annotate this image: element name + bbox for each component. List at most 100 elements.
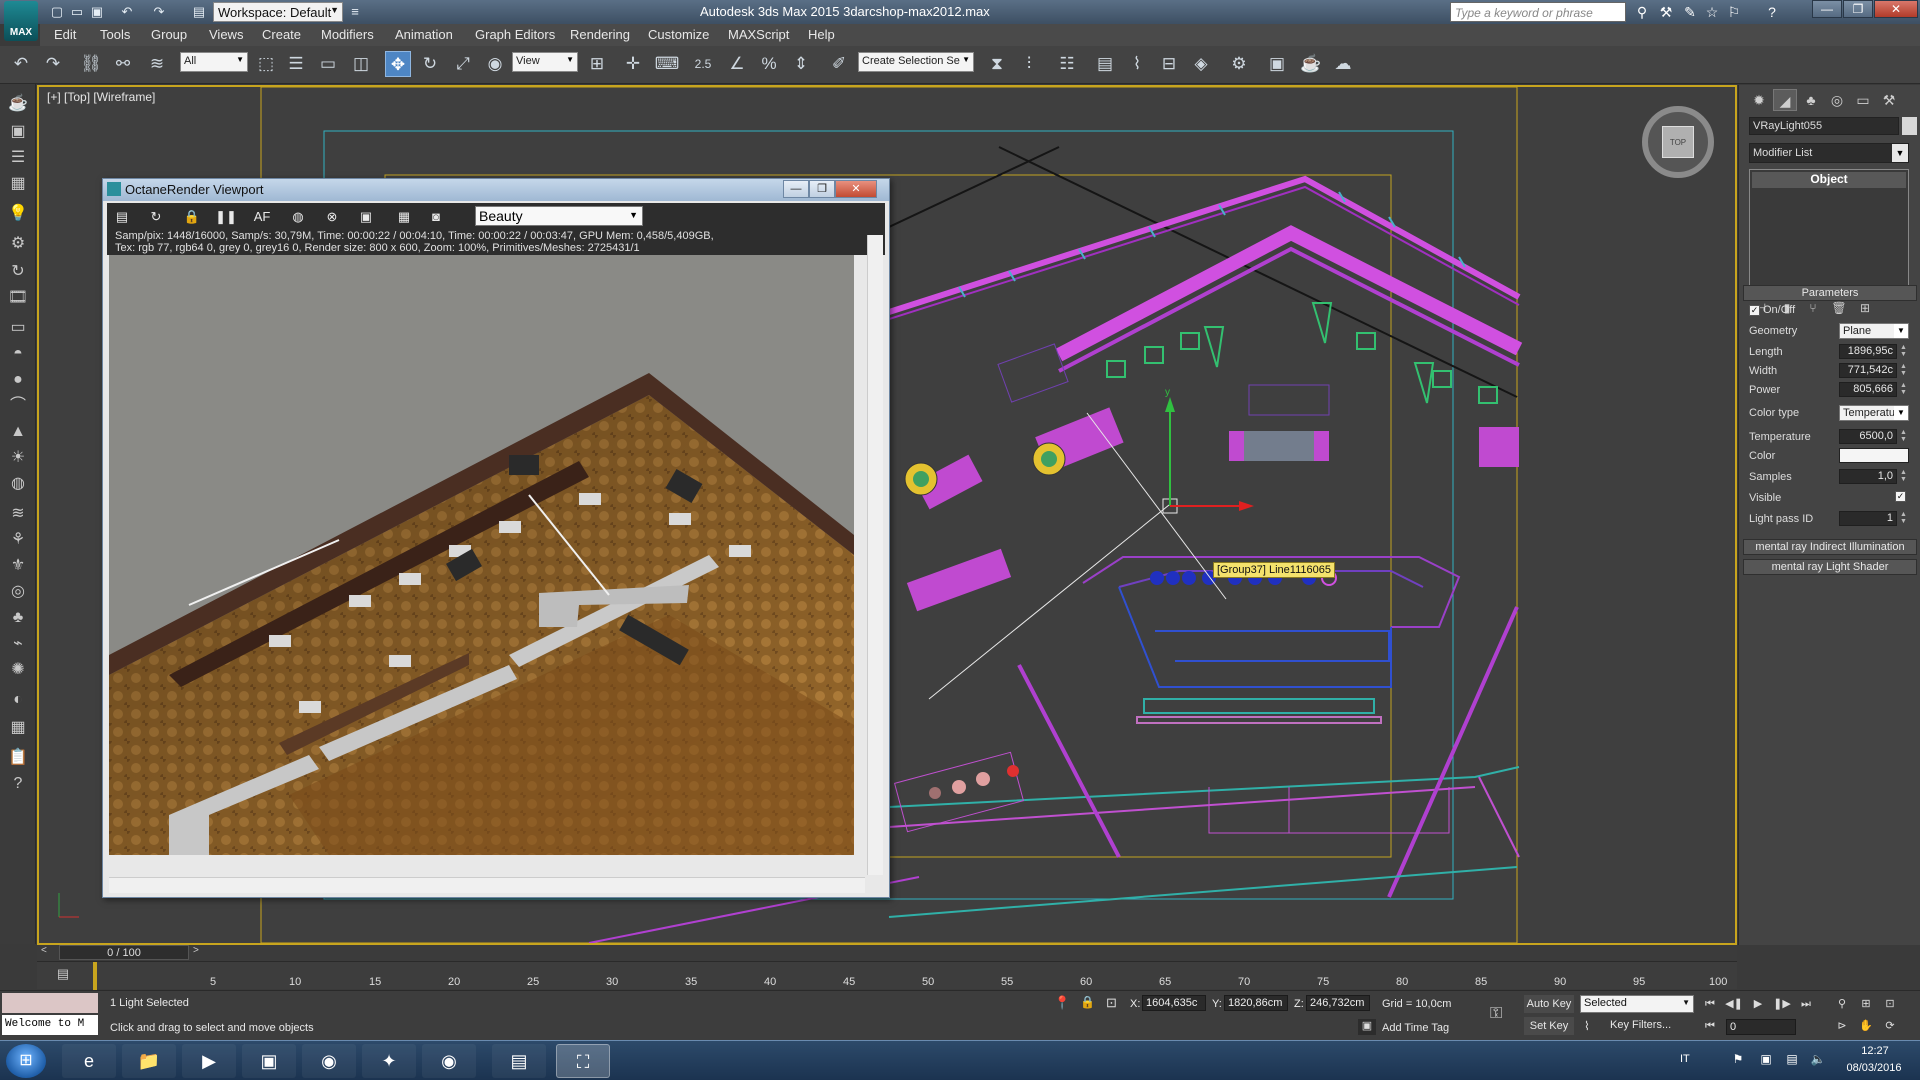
make-unique-icon[interactable]: ⑂ [1803, 301, 1823, 319]
octane-pause-icon[interactable]: ❚❚ [215, 207, 237, 227]
time-tag-icon[interactable]: ▣ [1358, 1019, 1376, 1035]
next-frame-icon[interactable]: ❚▶ [1772, 995, 1792, 1013]
auto-key-button[interactable]: Auto Key [1524, 995, 1574, 1013]
menu-edit[interactable]: Edit [54, 27, 76, 42]
minimize-button[interactable]: — [1812, 0, 1842, 18]
zoom-extents-icon[interactable]: ⊡ [1880, 995, 1900, 1013]
tray-network-icon[interactable]: ▤ [1784, 1052, 1800, 1068]
menu-modifiers[interactable]: Modifiers [321, 27, 374, 42]
color-type-dropdown[interactable]: Temperature ▼ [1839, 405, 1909, 421]
cone-icon[interactable]: ▲ [6, 420, 30, 444]
box-icon[interactable]: ▭ [6, 316, 30, 340]
viewcube-face[interactable]: TOP [1662, 126, 1694, 158]
temperature-spinner[interactable]: ▲ ▼ [1900, 429, 1908, 444]
add-time-tag[interactable]: Add Time Tag [1382, 1022, 1449, 1034]
light-icon[interactable]: 💡 [6, 202, 30, 226]
named-selection-dropdown[interactable]: Create Selection Se ▼ [858, 52, 974, 72]
hf-icon[interactable]: ⌁ [6, 632, 30, 656]
octane-close-button[interactable]: ✕ [835, 180, 877, 198]
schematic-view-icon[interactable]: ⊟ [1156, 51, 1182, 77]
octane-send-scene-icon[interactable]: ▤ [111, 207, 133, 227]
modifier-stack[interactable]: Object [1749, 169, 1909, 294]
internet-explorer-icon[interactable]: e [62, 1044, 116, 1078]
width-spinner[interactable]: ▲ ▼ [1900, 363, 1908, 378]
modify-tab-icon[interactable]: ◢ [1773, 89, 1797, 111]
subscription-icon[interactable]: ⚒ [1656, 2, 1676, 22]
window-app-icon[interactable]: ▤ [492, 1044, 546, 1078]
layer-explorer-icon[interactable]: ☷ [1054, 51, 1080, 77]
select-object-icon[interactable]: ⬚ [253, 51, 279, 77]
power-spinner[interactable]: ▲ ▼ [1900, 382, 1908, 397]
scene-explorer-icon[interactable]: ▤ [1092, 51, 1118, 77]
default-tangent-icon[interactable]: ⌇ [1584, 1019, 1590, 1033]
curve-editor-mini-icon[interactable]: ▤ [53, 966, 73, 984]
table-icon[interactable]: ▦ [6, 172, 30, 196]
viewport-label[interactable]: [+] [Top] [Wireframe] [47, 90, 155, 104]
favorites-star-icon[interactable]: ☆ [1702, 2, 1722, 22]
render-frame-icon[interactable]: ▣ [6, 120, 30, 144]
new-file-icon[interactable]: ▢ [48, 3, 66, 21]
octane-render-window[interactable]: OctaneRender Viewport — ❐ ✕ ▤ ↻ 🔒 ❚❚ AF … [102, 178, 890, 898]
proxy-icon[interactable]: ⚜ [6, 554, 30, 578]
light-pass-id-spinner[interactable]: ▲ ▼ [1900, 511, 1908, 526]
menu-views[interactable]: Views [209, 27, 243, 42]
y-coordinate-field[interactable]: 1820,86cm [1224, 995, 1288, 1011]
redo-icon[interactable]: ↷ [40, 51, 66, 77]
undo-icon[interactable]: ↶ [8, 51, 34, 77]
time-next-icon[interactable]: > [193, 945, 199, 956]
material-sphere-icon[interactable]: ◐ [6, 688, 30, 712]
octane-vertical-scrollbar[interactable] [867, 235, 883, 875]
snaps-toggle-icon[interactable]: 2.5 [690, 51, 716, 77]
media-center-icon[interactable]: ▣ [242, 1044, 296, 1078]
dome-light-icon[interactable]: ⌒ [6, 394, 30, 418]
utilities-tab-icon[interactable]: ⚒ [1877, 89, 1901, 111]
field-of-view-icon[interactable]: ⊳ [1832, 1017, 1852, 1035]
bind-spacewarp-icon[interactable]: ≋ [144, 51, 170, 77]
display-tab-icon[interactable]: ▭ [1851, 89, 1875, 111]
selection-filter-dropdown[interactable]: All ▼ [180, 52, 248, 72]
menu-help[interactable]: Help [808, 27, 835, 42]
keyboard-shortcut-icon[interactable]: ⌨ [654, 51, 680, 77]
configure-modifier-sets-icon[interactable]: ⊞ [1855, 301, 1875, 319]
teapot-icon[interactable]: ☕ [6, 92, 30, 116]
key-mode-dropdown[interactable]: Selected ▼ [1580, 995, 1694, 1013]
mr-indirect-illumination-rollout[interactable]: mental ray Indirect Illumination [1743, 539, 1917, 555]
close-button[interactable]: ✕ [1874, 0, 1918, 18]
octane-lock-icon[interactable]: 🔒 [181, 207, 203, 227]
go-to-end-icon[interactable]: ⏭ [1796, 995, 1816, 1013]
percent-snap-icon[interactable]: % [756, 51, 782, 77]
octane-af-icon[interactable]: AF [251, 207, 273, 227]
select-and-link-icon[interactable]: ⛓ [78, 51, 104, 77]
fur-icon[interactable]: ⚘ [6, 528, 30, 552]
render-iterative-icon[interactable]: ☁ [1330, 51, 1356, 77]
media-player-icon[interactable]: ▶ [182, 1044, 236, 1078]
go-to-start-icon[interactable]: ⏮ [1700, 995, 1720, 1013]
list-icon[interactable]: ☰ [6, 146, 30, 170]
mr-light-shader-rollout[interactable]: mental ray Light Shader [1743, 559, 1917, 575]
chrome-icon[interactable]: ◉ [302, 1044, 356, 1078]
clock-date[interactable]: 08/03/2016 [1834, 1062, 1914, 1074]
octane-region-icon[interactable]: ⊗ [321, 207, 343, 227]
octane-maximize-button[interactable]: ❐ [809, 180, 835, 198]
pan-view-icon[interactable]: ✋ [1856, 1017, 1876, 1035]
modifier-list-dropdown[interactable]: Modifier List ▼ [1749, 143, 1909, 163]
x-coordinate-field[interactable]: 1604,635c [1142, 995, 1206, 1011]
align-icon[interactable]: ⫶ [1016, 51, 1042, 77]
motion-tab-icon[interactable]: ◎ [1825, 89, 1849, 111]
select-and-move-icon[interactable]: ✥ [385, 51, 411, 77]
absolute-mode-icon[interactable]: ⊡ [1106, 995, 1117, 1011]
menu-animation[interactable]: Animation [395, 27, 453, 42]
hair-icon[interactable]: ≋ [6, 502, 30, 526]
menu-tools[interactable]: Tools [100, 27, 130, 42]
exchange-icon[interactable]: ⚐ [1724, 2, 1744, 22]
isolate-selection-icon[interactable]: 📍 [1054, 995, 1070, 1011]
select-and-scale-icon[interactable]: ⤢ [450, 51, 476, 77]
octane-horizontal-scrollbar[interactable] [109, 877, 865, 893]
workspace-dropdown[interactable]: Workspace: Default ▼ [213, 2, 343, 22]
keyword-search-input[interactable]: Type a keyword or phrase [1450, 2, 1626, 22]
object-color-swatch[interactable] [1902, 117, 1917, 135]
mirror-icon[interactable]: ⧗ [984, 51, 1010, 77]
sun-icon[interactable]: ☀ [6, 446, 30, 470]
set-key-icon[interactable]: ⚿ [1490, 1005, 1502, 1023]
open-file-icon[interactable]: ▭ [68, 3, 86, 21]
